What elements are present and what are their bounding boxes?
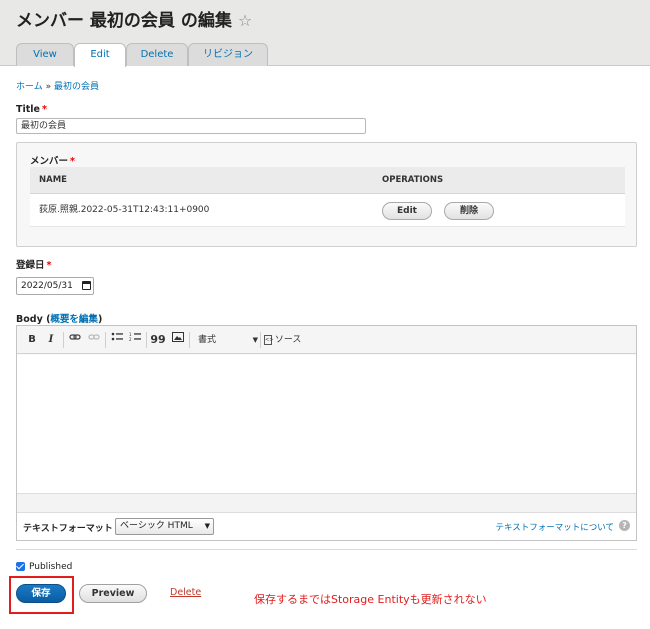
published-checkbox[interactable] [16, 562, 25, 571]
breadcrumb-current[interactable]: 最初の会員 [54, 82, 99, 92]
tabs: View Edit Delete リビジョン [16, 43, 268, 67]
text-format-help-link[interactable]: テキストフォーマットについて [496, 521, 615, 533]
date-label: 登録日 * [16, 260, 52, 271]
date-input[interactable]: 2022/05/31 [16, 277, 94, 295]
toolbar-divider [105, 332, 106, 348]
delete-member-button[interactable]: 削除 [444, 202, 494, 220]
column-header-operations: OPERATIONS [382, 175, 444, 185]
delete-link[interactable]: Delete [170, 587, 201, 598]
member-label: メンバー * [30, 156, 75, 167]
column-header-name: NAME [39, 175, 67, 185]
title-input[interactable]: 最初の会員 [16, 118, 366, 134]
link-icon[interactable] [67, 332, 83, 348]
edit-summary-link[interactable]: 概要を編集 [50, 314, 98, 325]
page-header: メンバー 最初の会員 の編集 ☆ View Edit Delete リビジョン [0, 0, 650, 67]
star-icon[interactable]: ☆ [238, 11, 252, 30]
body-editor: B I 12 99 書式 ▼ <> ソース テキストフォーマット ベーシック H… [16, 325, 637, 541]
member-fieldset: メンバー * NAME OPERATIONS 荻原.照親.2022-05-31T1… [16, 142, 637, 247]
unlink-icon[interactable] [86, 332, 102, 348]
bold-icon[interactable]: B [25, 332, 39, 348]
source-label: ソース [274, 335, 302, 345]
chevron-down-icon: ▼ [204, 522, 210, 530]
image-icon[interactable] [170, 332, 186, 348]
breadcrumb-home[interactable]: ホーム [16, 82, 43, 92]
tab-delete[interactable]: Delete [126, 43, 188, 66]
toolbar-divider [189, 332, 190, 348]
tab-view[interactable]: View [16, 43, 74, 66]
editor-status-bar [17, 493, 636, 512]
date-value: 2022/05/31 [21, 281, 73, 291]
preview-button[interactable]: Preview [79, 584, 147, 603]
member-table: NAME OPERATIONS 荻原.照親.2022-05-31T12:43:1… [30, 167, 625, 227]
toolbar-divider [146, 332, 147, 348]
source-icon: <> [264, 334, 274, 345]
svg-text:2: 2 [129, 337, 132, 342]
save-button[interactable]: 保存 [16, 584, 66, 603]
annotation-note: 保存するまではStorage Entityも更新されない [254, 593, 487, 606]
format-dropdown-label: 書式 [198, 335, 217, 345]
calendar-icon[interactable] [82, 281, 91, 290]
table-header: NAME OPERATIONS [30, 167, 625, 194]
toolbar-divider [260, 332, 261, 348]
numbered-list-icon[interactable]: 12 [127, 332, 143, 348]
italic-icon[interactable]: I [44, 332, 58, 348]
edit-button[interactable]: Edit [382, 202, 432, 220]
editor-toolbar: B I 12 99 書式 ▼ <> ソース [17, 326, 636, 354]
text-format-value: ベーシック HTML [120, 521, 193, 531]
blockquote-icon[interactable]: 99 [150, 332, 166, 348]
text-format-label: テキストフォーマット [23, 524, 113, 534]
source-button[interactable]: <> ソース [264, 332, 308, 348]
title-label: Title * [16, 104, 47, 115]
bulleted-list-icon[interactable] [109, 332, 125, 348]
help-icon[interactable]: ? [619, 520, 630, 531]
tab-edit[interactable]: Edit [74, 43, 126, 67]
format-dropdown[interactable]: 書式 ▼ [198, 332, 260, 348]
tab-revisions[interactable]: リビジョン [188, 43, 268, 66]
chevron-down-icon: ▼ [252, 336, 258, 344]
breadcrumb-separator: » [45, 82, 52, 92]
text-format-select[interactable]: ベーシック HTML ▼ [115, 518, 214, 535]
divider [16, 549, 637, 550]
member-name: 荻原.照親.2022-05-31T12:43:11+0900 [39, 205, 210, 215]
breadcrumb: ホーム » 最初の会員 [16, 79, 99, 92]
editor-content-area[interactable] [17, 355, 636, 493]
page-title: メンバー 最初の会員 の編集 ☆ [16, 6, 252, 31]
table-row: 荻原.照親.2022-05-31T12:43:11+0900 Edit 削除 [30, 194, 625, 227]
body-label: Body (概要を編集) [16, 314, 103, 325]
published-label: Published [29, 562, 73, 572]
page-title-text: メンバー 最初の会員 の編集 [16, 11, 232, 31]
toolbar-divider [63, 332, 64, 348]
text-format-bar: テキストフォーマット ベーシック HTML ▼ テキストフォーマットについて ? [17, 512, 636, 540]
